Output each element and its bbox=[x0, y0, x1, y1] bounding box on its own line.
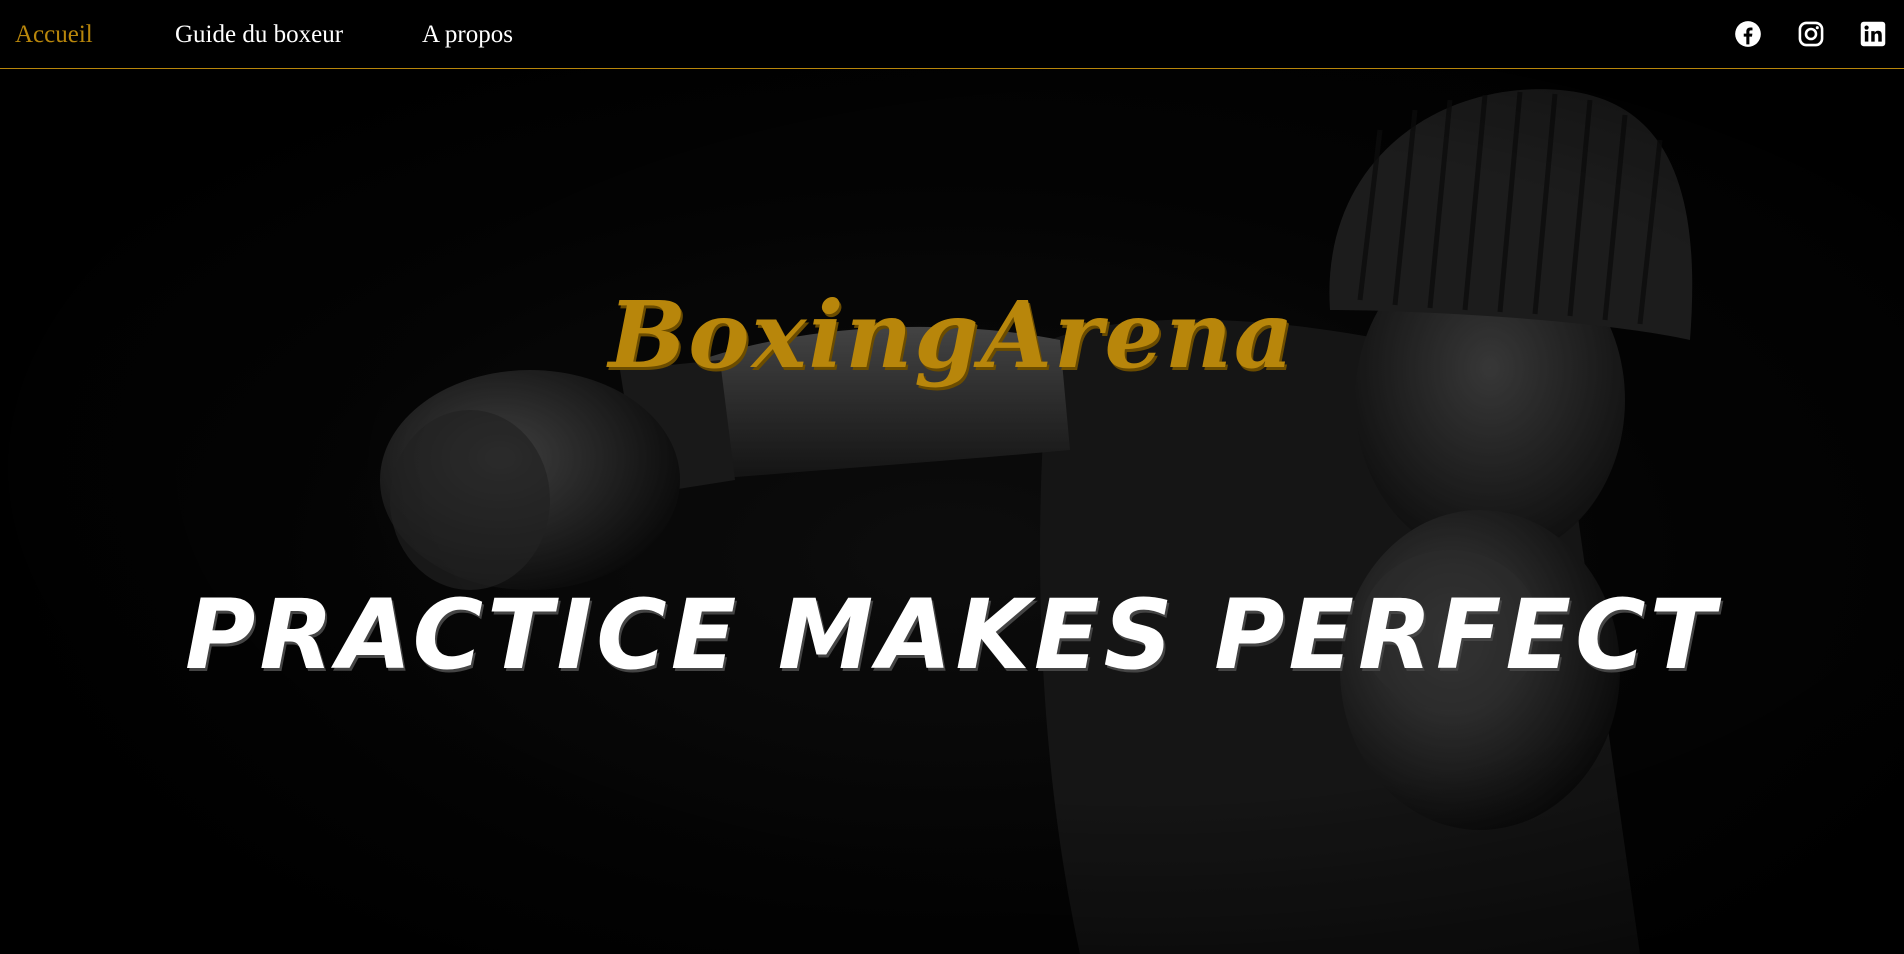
linkedin-link[interactable] bbox=[1859, 20, 1887, 48]
brand-title: BoxingArena bbox=[608, 281, 1296, 389]
instagram-link[interactable] bbox=[1797, 20, 1825, 48]
linkedin-icon bbox=[1860, 21, 1886, 47]
top-navbar: Accueil Guide du boxeur A propos bbox=[0, 0, 1904, 69]
facebook-icon bbox=[1735, 21, 1761, 47]
nav-link-a-propos[interactable]: A propos bbox=[422, 20, 513, 50]
hero-tagline: Practice makes perfect bbox=[184, 579, 1720, 691]
nav-link-guide-du-boxeur[interactable]: Guide du boxeur bbox=[175, 20, 343, 50]
boxer-background-image bbox=[0, 70, 1904, 954]
hero-banner: BoxingArena Practice makes perfect bbox=[0, 70, 1904, 954]
facebook-link[interactable] bbox=[1734, 20, 1762, 48]
nav-link-accueil[interactable]: Accueil bbox=[15, 20, 93, 50]
instagram-icon bbox=[1798, 21, 1824, 47]
